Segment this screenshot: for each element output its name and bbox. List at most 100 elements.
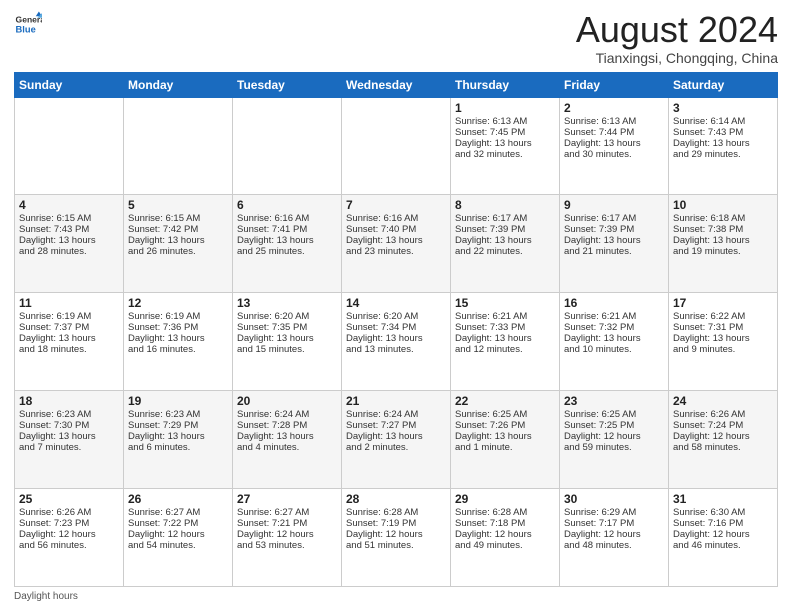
day-number: 17 bbox=[673, 296, 773, 310]
day-info-line: Sunset: 7:36 PM bbox=[128, 322, 228, 333]
day-info-line: Daylight: 13 hours bbox=[564, 235, 664, 246]
day-info-line: Daylight: 13 hours bbox=[19, 431, 119, 442]
day-info-line: Sunset: 7:40 PM bbox=[346, 224, 446, 235]
day-info-line: Sunrise: 6:14 AM bbox=[673, 116, 773, 127]
day-info-line: and 26 minutes. bbox=[128, 246, 228, 257]
day-info-line: Sunrise: 6:28 AM bbox=[455, 507, 555, 518]
day-info-line: Sunset: 7:21 PM bbox=[237, 518, 337, 529]
day-number: 4 bbox=[19, 198, 119, 212]
day-info-line: Sunset: 7:43 PM bbox=[19, 224, 119, 235]
day-info-line: Sunrise: 6:21 AM bbox=[455, 311, 555, 322]
day-info-line: and 9 minutes. bbox=[673, 344, 773, 355]
day-info-line: Sunset: 7:38 PM bbox=[673, 224, 773, 235]
calendar-cell: 3Sunrise: 6:14 AMSunset: 7:43 PMDaylight… bbox=[669, 97, 778, 195]
day-info-line: Sunset: 7:39 PM bbox=[564, 224, 664, 235]
day-info-line: Sunrise: 6:15 AM bbox=[128, 213, 228, 224]
day-info-line: Daylight: 13 hours bbox=[455, 138, 555, 149]
day-info-line: Sunset: 7:43 PM bbox=[673, 127, 773, 138]
day-info-line: Sunrise: 6:13 AM bbox=[455, 116, 555, 127]
day-info-line: and 21 minutes. bbox=[564, 246, 664, 257]
day-info-line: and 49 minutes. bbox=[455, 540, 555, 551]
day-info-line: and 18 minutes. bbox=[19, 344, 119, 355]
calendar-cell: 23Sunrise: 6:25 AMSunset: 7:25 PMDayligh… bbox=[560, 391, 669, 489]
day-number: 18 bbox=[19, 394, 119, 408]
day-info-line: Sunrise: 6:25 AM bbox=[455, 409, 555, 420]
day-number: 10 bbox=[673, 198, 773, 212]
calendar-cell: 26Sunrise: 6:27 AMSunset: 7:22 PMDayligh… bbox=[124, 489, 233, 587]
day-info-line: Daylight: 13 hours bbox=[19, 235, 119, 246]
calendar-cell: 5Sunrise: 6:15 AMSunset: 7:42 PMDaylight… bbox=[124, 195, 233, 293]
day-info-line: Sunrise: 6:30 AM bbox=[673, 507, 773, 518]
day-info-line: Sunrise: 6:17 AM bbox=[455, 213, 555, 224]
calendar-cell: 30Sunrise: 6:29 AMSunset: 7:17 PMDayligh… bbox=[560, 489, 669, 587]
day-info-line: Sunset: 7:29 PM bbox=[128, 420, 228, 431]
calendar-cell bbox=[342, 97, 451, 195]
day-info-line: and 46 minutes. bbox=[673, 540, 773, 551]
calendar-table: SundayMondayTuesdayWednesdayThursdayFrid… bbox=[14, 72, 778, 587]
day-number: 28 bbox=[346, 492, 446, 506]
calendar-cell: 16Sunrise: 6:21 AMSunset: 7:32 PMDayligh… bbox=[560, 293, 669, 391]
calendar-cell: 6Sunrise: 6:16 AMSunset: 7:41 PMDaylight… bbox=[233, 195, 342, 293]
day-info-line: and 1 minute. bbox=[455, 442, 555, 453]
day-info-line: Sunrise: 6:29 AM bbox=[564, 507, 664, 518]
day-info-line: Sunrise: 6:16 AM bbox=[237, 213, 337, 224]
day-info-line: Daylight: 13 hours bbox=[564, 333, 664, 344]
day-info-line: Sunset: 7:37 PM bbox=[19, 322, 119, 333]
day-number: 15 bbox=[455, 296, 555, 310]
weekday-header-monday: Monday bbox=[124, 72, 233, 97]
day-info-line: Sunset: 7:34 PM bbox=[346, 322, 446, 333]
day-info-line: Daylight: 13 hours bbox=[346, 235, 446, 246]
calendar-cell: 12Sunrise: 6:19 AMSunset: 7:36 PMDayligh… bbox=[124, 293, 233, 391]
calendar-cell bbox=[233, 97, 342, 195]
day-info-line: Daylight: 12 hours bbox=[564, 529, 664, 540]
weekday-header-tuesday: Tuesday bbox=[233, 72, 342, 97]
day-info-line: Daylight: 13 hours bbox=[19, 333, 119, 344]
calendar-cell: 27Sunrise: 6:27 AMSunset: 7:21 PMDayligh… bbox=[233, 489, 342, 587]
day-info-line: and 13 minutes. bbox=[346, 344, 446, 355]
calendar-cell: 29Sunrise: 6:28 AMSunset: 7:18 PMDayligh… bbox=[451, 489, 560, 587]
day-number: 25 bbox=[19, 492, 119, 506]
day-info-line: Sunrise: 6:13 AM bbox=[564, 116, 664, 127]
day-number: 5 bbox=[128, 198, 228, 212]
day-number: 11 bbox=[19, 296, 119, 310]
weekday-header-friday: Friday bbox=[560, 72, 669, 97]
day-info-line: and 7 minutes. bbox=[19, 442, 119, 453]
day-info-line: Daylight: 13 hours bbox=[564, 138, 664, 149]
calendar-cell: 25Sunrise: 6:26 AMSunset: 7:23 PMDayligh… bbox=[15, 489, 124, 587]
day-info-line: and 58 minutes. bbox=[673, 442, 773, 453]
calendar-cell: 1Sunrise: 6:13 AMSunset: 7:45 PMDaylight… bbox=[451, 97, 560, 195]
day-info-line: Sunset: 7:35 PM bbox=[237, 322, 337, 333]
day-info-line: and 56 minutes. bbox=[19, 540, 119, 551]
day-info-line: Sunset: 7:44 PM bbox=[564, 127, 664, 138]
day-info-line: Daylight: 13 hours bbox=[237, 333, 337, 344]
day-info-line: Sunset: 7:42 PM bbox=[128, 224, 228, 235]
day-info-line: and 29 minutes. bbox=[673, 149, 773, 160]
day-info-line: Sunrise: 6:24 AM bbox=[237, 409, 337, 420]
day-info-line: and 59 minutes. bbox=[564, 442, 664, 453]
title-block: August 2024 Tianxingsi, Chongqing, China bbox=[576, 10, 778, 66]
header: General Blue August 2024 Tianxingsi, Cho… bbox=[14, 10, 778, 66]
calendar-cell bbox=[15, 97, 124, 195]
calendar-cell: 31Sunrise: 6:30 AMSunset: 7:16 PMDayligh… bbox=[669, 489, 778, 587]
week-row-2: 4Sunrise: 6:15 AMSunset: 7:43 PMDaylight… bbox=[15, 195, 778, 293]
day-info-line: Sunset: 7:26 PM bbox=[455, 420, 555, 431]
day-info-line: Daylight: 13 hours bbox=[346, 333, 446, 344]
day-info-line: Sunrise: 6:27 AM bbox=[128, 507, 228, 518]
day-info-line: Daylight: 12 hours bbox=[128, 529, 228, 540]
day-info-line: Sunset: 7:23 PM bbox=[19, 518, 119, 529]
day-info-line: Sunrise: 6:16 AM bbox=[346, 213, 446, 224]
calendar-cell: 7Sunrise: 6:16 AMSunset: 7:40 PMDaylight… bbox=[342, 195, 451, 293]
day-info-line: Daylight: 12 hours bbox=[346, 529, 446, 540]
day-info-line: Sunrise: 6:25 AM bbox=[564, 409, 664, 420]
calendar-cell: 15Sunrise: 6:21 AMSunset: 7:33 PMDayligh… bbox=[451, 293, 560, 391]
day-info-line: Daylight: 13 hours bbox=[128, 235, 228, 246]
day-info-line: Sunrise: 6:19 AM bbox=[19, 311, 119, 322]
day-info-line: Sunset: 7:33 PM bbox=[455, 322, 555, 333]
day-number: 27 bbox=[237, 492, 337, 506]
weekday-header-saturday: Saturday bbox=[669, 72, 778, 97]
day-info-line: Sunset: 7:39 PM bbox=[455, 224, 555, 235]
calendar-cell: 28Sunrise: 6:28 AMSunset: 7:19 PMDayligh… bbox=[342, 489, 451, 587]
day-info-line: Sunset: 7:17 PM bbox=[564, 518, 664, 529]
page: General Blue August 2024 Tianxingsi, Cho… bbox=[0, 0, 792, 612]
day-info-line: Sunrise: 6:15 AM bbox=[19, 213, 119, 224]
